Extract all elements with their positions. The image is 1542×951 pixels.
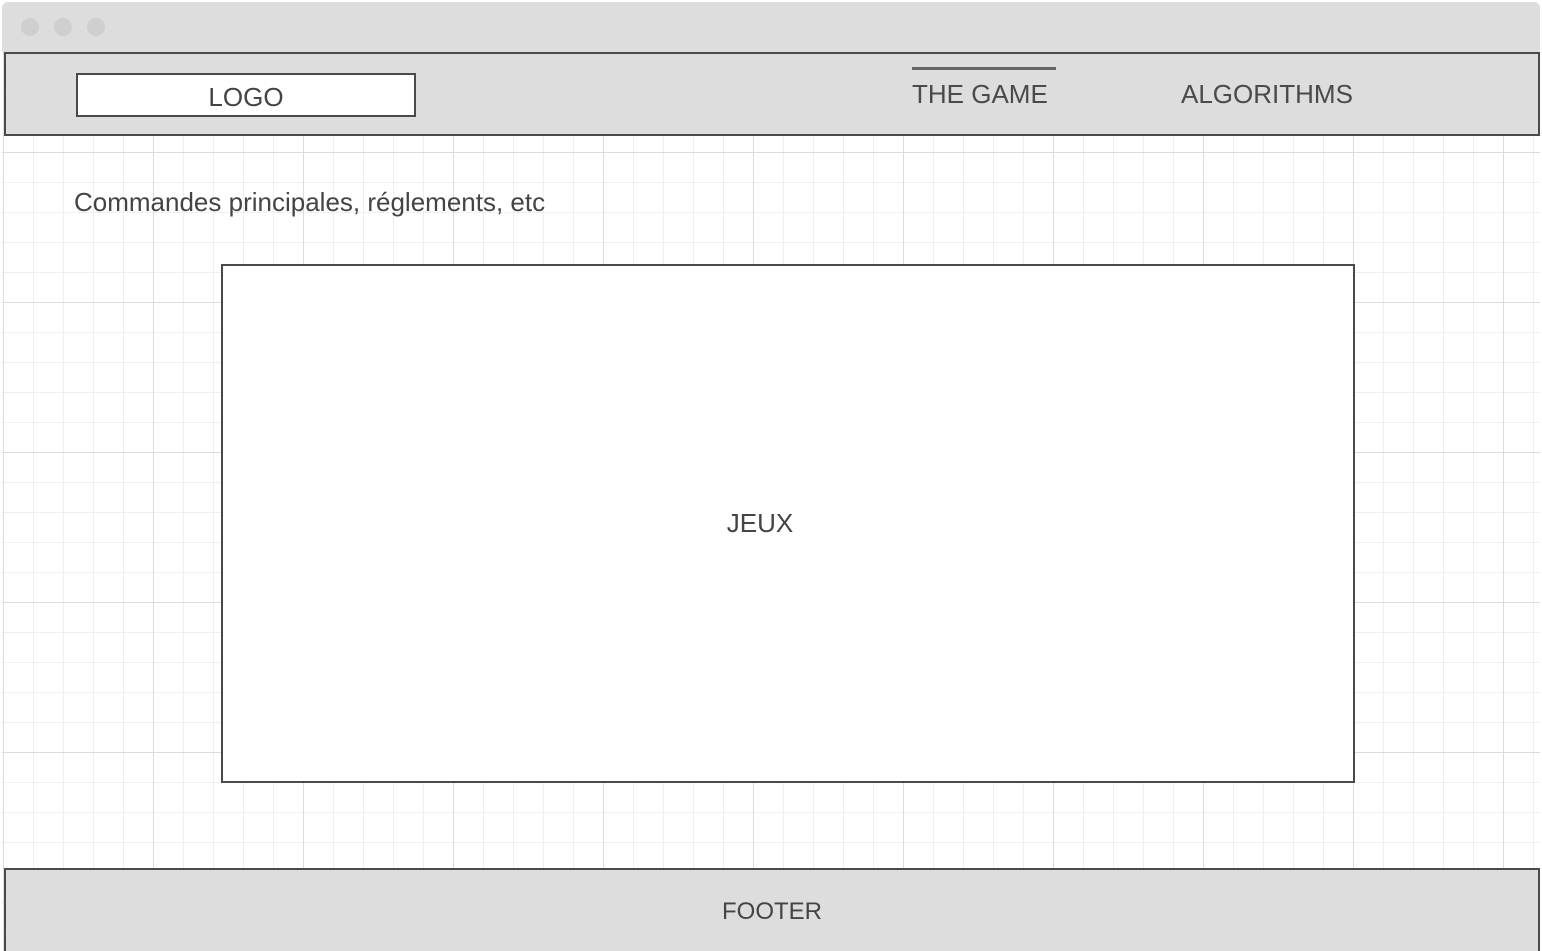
logo[interactable]: LOGO — [76, 73, 416, 117]
window-titlebar — [2, 2, 1540, 52]
close-dot-icon[interactable] — [21, 18, 39, 36]
nav-item-algorithms[interactable]: ALGORITHMS — [1181, 78, 1353, 110]
game-panel[interactable]: JEUX — [221, 264, 1355, 783]
footer-label: FOOTER — [722, 898, 822, 925]
intro-text: Commandes principales, réglements, etc — [74, 187, 546, 217]
site-footer: FOOTER — [4, 868, 1540, 951]
nav-item-the-game[interactable]: THE GAME — [912, 78, 1048, 110]
nav-active-indicator — [912, 67, 1056, 70]
game-panel-label: JEUX — [726, 508, 794, 538]
browser-window: LOGO THE GAME ALGORITHMS Commandes princ… — [2, 2, 1540, 951]
maximize-dot-icon[interactable] — [87, 18, 105, 36]
site-header: LOGO THE GAME ALGORITHMS — [4, 52, 1540, 136]
minimize-dot-icon[interactable] — [54, 18, 72, 36]
